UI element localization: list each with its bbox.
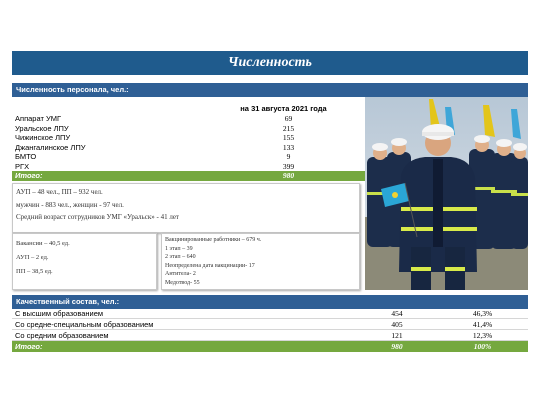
vaccination-line: 1 этап – 39 xyxy=(165,245,193,252)
workers-photo xyxy=(365,97,528,290)
staff-summary-box: АУП – 48 чел., ПП – 932 чел. мужчин - 88… xyxy=(12,183,360,233)
row-value: 155 xyxy=(282,133,295,142)
total-value: 980 xyxy=(282,171,295,180)
table-row: С высшим образованием 454 46,3% xyxy=(12,308,528,319)
row-value: 69 xyxy=(284,114,293,123)
total-row: Итого: 980 100% xyxy=(12,341,528,352)
qualification-table: С высшим образованием 454 46,3% Со средн… xyxy=(12,308,528,352)
row-name: РГХ xyxy=(15,161,30,171)
total-label: Итого: xyxy=(15,171,43,180)
row-percent: 46,3% xyxy=(472,309,493,318)
vaccination-line: Антитела- 2 xyxy=(165,271,196,277)
row-name: Со средним образованием xyxy=(15,331,109,340)
vacancies-line: Вакансии – 40,5 ед. xyxy=(16,240,70,247)
row-name: Чижинское ЛПУ xyxy=(15,133,71,142)
vaccination-line: 2 этап – 640 xyxy=(165,254,196,260)
row-name: Со средне-специальным образованием xyxy=(15,320,154,329)
vaccination-line: Вакцинированные работники – 679 ч. xyxy=(165,237,262,243)
total-count: 980 xyxy=(391,342,403,351)
table-row: Джангалинское ЛПУ 133 xyxy=(12,143,365,153)
total-row: Итого: 980 xyxy=(12,171,365,181)
row-name: Уральское ЛПУ xyxy=(15,123,69,133)
row-name: Джангалинское ЛПУ xyxy=(15,142,86,152)
row-percent: 12,3% xyxy=(472,331,493,340)
row-count: 405 xyxy=(391,320,403,329)
qualification-section-header: Качественный состав, чел.: xyxy=(12,295,528,309)
table-row: БМТО 9 xyxy=(12,152,365,162)
table-row: Со средне-специальным образованием 405 4… xyxy=(12,319,528,330)
row-percent: 41,4% xyxy=(472,320,493,329)
row-value: 399 xyxy=(282,161,295,171)
row-name: С высшим образованием xyxy=(15,309,104,318)
vacancies-line: АУП – 2 ед. xyxy=(16,254,49,261)
total-label: Итого: xyxy=(15,342,43,351)
summary-line: Средний возраст сотрудников УМГ «Уральск… xyxy=(16,213,179,221)
table-row: Чижинское ЛПУ 155 xyxy=(12,133,365,143)
vacancies-box: Вакансии – 40,5 ед. АУП – 2 ед. ПП – 38,… xyxy=(12,233,157,290)
total-percent: 100% xyxy=(473,342,492,351)
page-title: Численность xyxy=(12,51,528,75)
vacancies-line: ПП – 38,5 ед. xyxy=(16,268,53,275)
row-value: 9 xyxy=(286,152,291,161)
row-name: БМТО xyxy=(15,152,37,161)
summary-line: АУП – 48 чел., ПП – 932 чел. xyxy=(16,188,103,196)
summary-line: мужчин - 883 чел., женщин - 97 чел. xyxy=(16,200,124,209)
table-row: Уральское ЛПУ 215 xyxy=(12,124,365,134)
headcount-column-header: на 31 августа 2021 года xyxy=(240,104,327,113)
row-value: 215 xyxy=(282,123,295,133)
row-count: 121 xyxy=(391,331,403,340)
table-row: Со средним образованием 121 12,3% xyxy=(12,330,528,341)
table-row: РГХ 399 xyxy=(12,162,365,172)
vaccination-line: Медотвод- 55 xyxy=(165,279,200,286)
vaccination-box: Вакцинированные работники – 679 ч. 1 эта… xyxy=(161,233,360,290)
headcount-section-header: Численность персонала, чел.: xyxy=(12,83,528,97)
row-name: Аппарат УМГ xyxy=(15,114,62,123)
headcount-table: на 31 августа 2021 года Аппарат УМГ 69 У… xyxy=(12,104,365,181)
vaccination-line: Неопределена дата вакцинации- 17 xyxy=(165,262,255,269)
row-count: 454 xyxy=(391,309,403,318)
row-value: 133 xyxy=(282,142,295,152)
table-row: Аппарат УМГ 69 xyxy=(12,114,365,124)
